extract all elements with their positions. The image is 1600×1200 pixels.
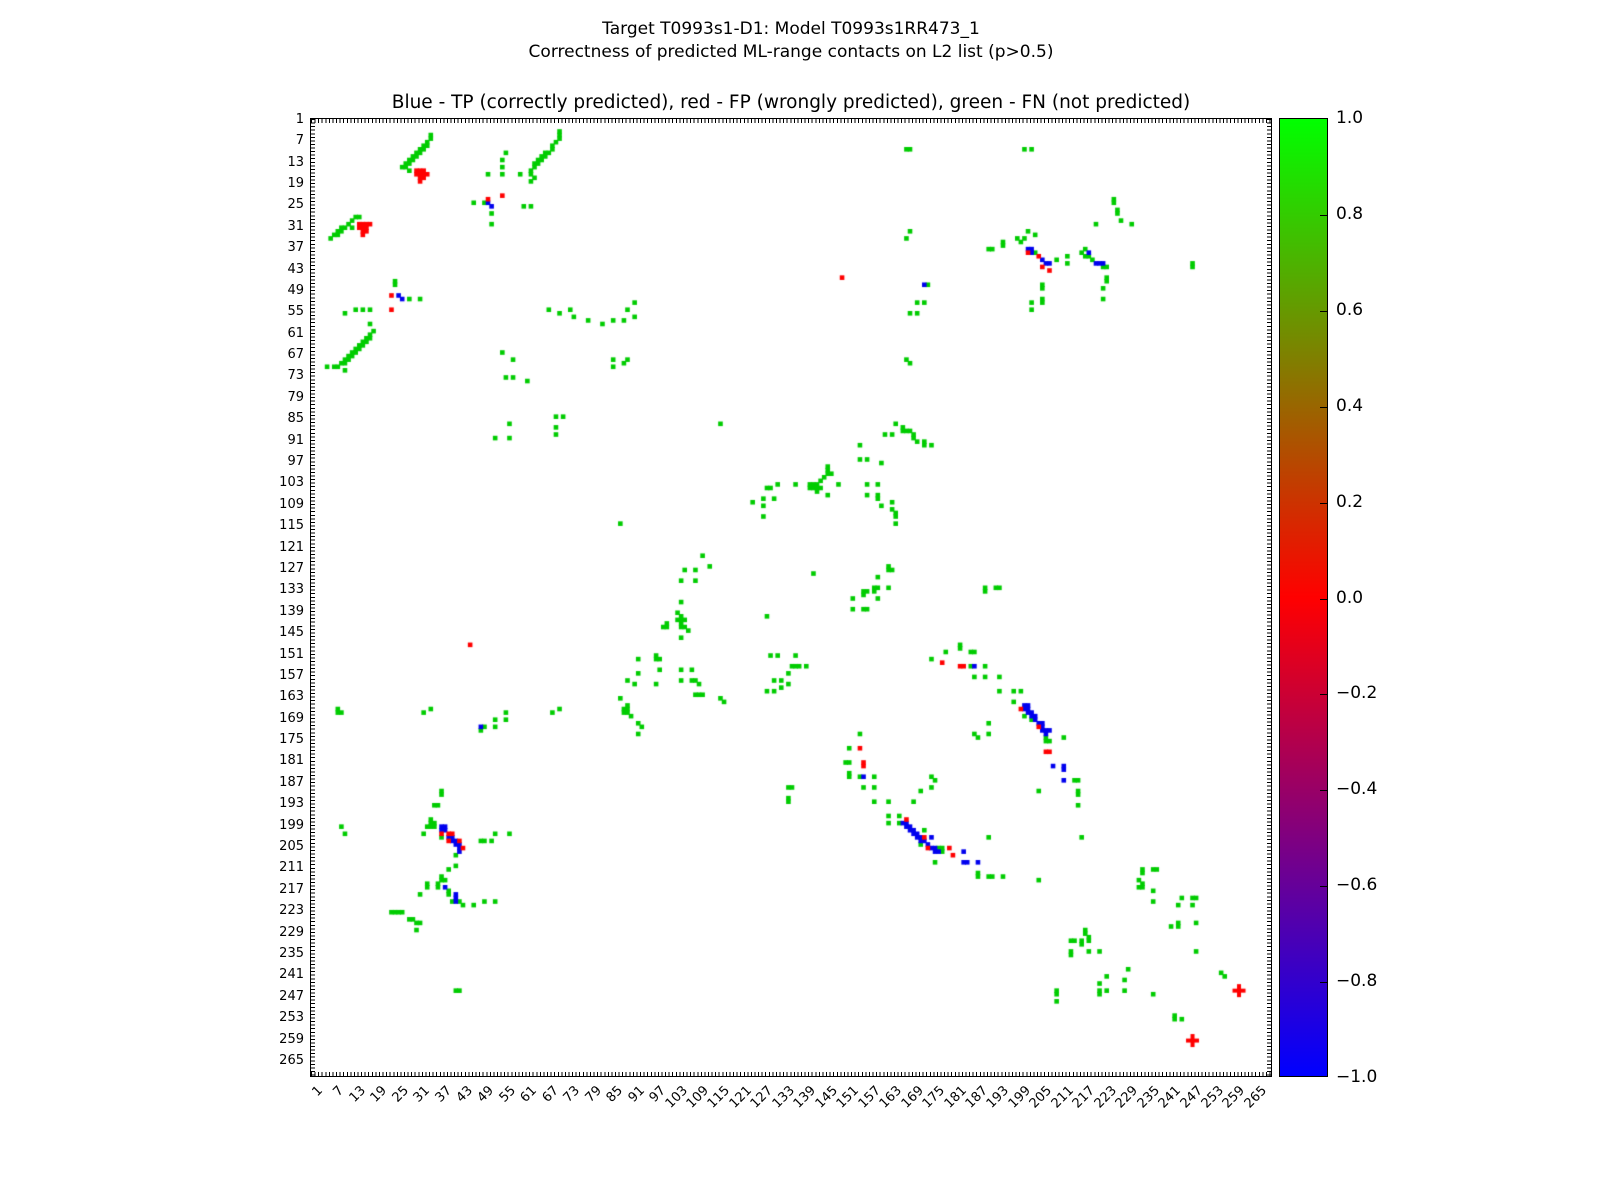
y-tick-label: 187 xyxy=(279,774,304,790)
colorbar-tick-mark xyxy=(1320,214,1327,216)
colorbar-tick-mark xyxy=(1320,886,1327,888)
y-tick-label: 61 xyxy=(287,325,304,341)
x-tick-label: 73 xyxy=(560,1083,584,1106)
y-tick-label: 223 xyxy=(279,903,304,919)
y-tick-label: 67 xyxy=(287,347,304,363)
x-tick-label: 49 xyxy=(475,1083,498,1106)
colorbar-tick-label: 0.4 xyxy=(1336,395,1364,416)
y-tick-label: 253 xyxy=(279,1010,304,1026)
colorbar-tick-label: −1.0 xyxy=(1336,1067,1378,1087)
suptitle-line2: Correctness of predicted ML-range contac… xyxy=(528,42,1054,62)
y-tick-label: 139 xyxy=(279,603,304,619)
y-tick-label: 265 xyxy=(279,1052,304,1068)
y-tick-label: 97 xyxy=(287,454,304,470)
y-tick-label: 7 xyxy=(295,133,304,149)
colorbar-tick-label: −0.6 xyxy=(1336,875,1378,896)
y-tick-label: 235 xyxy=(279,946,304,961)
x-tick-label: 7 xyxy=(330,1083,348,1100)
y-tick-label: 115 xyxy=(279,518,304,534)
x-tick-label: 61 xyxy=(517,1083,541,1106)
figure-suptitle: Target T0993s1-D1: Model T0993s1RR473_1 … xyxy=(310,18,1272,64)
y-tick-label: 199 xyxy=(279,817,304,833)
y-tick-label: 19 xyxy=(287,175,304,191)
y-tick-label: 217 xyxy=(279,881,304,897)
y-tick-label: 211 xyxy=(279,860,304,876)
colorbar-tick-label: −0.2 xyxy=(1336,683,1378,704)
y-tick-label: 43 xyxy=(287,261,304,277)
y-tick-label: 37 xyxy=(287,240,304,256)
x-tick-label: 55 xyxy=(496,1083,519,1106)
y-tick-label: 157 xyxy=(279,667,304,683)
x-tick-label: 25 xyxy=(389,1083,412,1106)
y-tick-label: 49 xyxy=(287,282,304,298)
x-tick-label: 67 xyxy=(539,1083,562,1106)
colorbar-tick-label: 0.0 xyxy=(1336,587,1364,608)
colorbar-tick-label: −0.8 xyxy=(1336,971,1378,992)
y-tick-label: 229 xyxy=(279,924,304,940)
y-tick-label: 145 xyxy=(279,625,304,641)
y-tick-label: 193 xyxy=(279,796,304,812)
y-tick-label: 55 xyxy=(287,304,304,320)
colorbar-tick-mark xyxy=(1320,502,1327,504)
colorbar-tick-label: 1.0 xyxy=(1336,108,1364,128)
y-tick-label: 109 xyxy=(279,496,304,512)
y-tick-label: 127 xyxy=(279,560,304,576)
colorbar-tick-mark xyxy=(1320,694,1327,696)
x-tick-label: 37 xyxy=(432,1083,455,1106)
axes-title: Blue - TP (correctly predicted), red - F… xyxy=(391,92,1191,113)
y-tick-label: 163 xyxy=(279,689,304,705)
plot-area[interactable] xyxy=(310,118,1272,1077)
y-tick-label: 181 xyxy=(279,753,304,769)
y-tick-label: 169 xyxy=(279,710,304,726)
y-tick-label: 151 xyxy=(279,646,304,662)
y-tick-label: 205 xyxy=(279,839,304,855)
colorbar-tick-label: 0.8 xyxy=(1336,203,1364,224)
y-tick-label: 247 xyxy=(279,988,304,1004)
suptitle-line1: Target T0993s1-D1: Model T0993s1RR473_1 xyxy=(602,19,980,39)
y-tick-label: 31 xyxy=(287,218,304,234)
scatter-canvas xyxy=(311,119,1271,1076)
y-tick-label: 25 xyxy=(287,197,304,213)
x-tick-label: 1 xyxy=(309,1083,326,1100)
y-tick-label: 103 xyxy=(279,475,304,491)
y-tick-label: 73 xyxy=(287,368,304,384)
y-tick-label: 121 xyxy=(279,539,304,555)
y-tick-label: 91 xyxy=(287,432,304,448)
x-tick-label: 43 xyxy=(453,1083,476,1106)
y-tick-label: 13 xyxy=(287,154,304,170)
y-tick-label: 241 xyxy=(279,967,304,983)
y-tick-label: 175 xyxy=(279,732,304,748)
colorbar-tick-mark xyxy=(1320,310,1327,312)
colorbar-tick-mark xyxy=(1320,406,1327,408)
y-tick-label: 133 xyxy=(279,582,304,598)
x-tick-label: 79 xyxy=(582,1083,605,1106)
x-tick-label: 85 xyxy=(603,1083,627,1106)
y-tick-label: 259 xyxy=(279,1031,304,1047)
y-tick-label: 85 xyxy=(287,411,304,427)
colorbar-tick-label: 0.2 xyxy=(1336,491,1364,512)
figure: Target T0993s1-D1: Model T0993s1RR473_1 … xyxy=(0,0,1600,1200)
x-tick-label: 19 xyxy=(367,1083,391,1106)
x-tick-label: 31 xyxy=(410,1083,433,1106)
x-tick-label: 13 xyxy=(346,1083,369,1106)
y-tick-label: 79 xyxy=(287,389,304,405)
y-tick-label: 1 xyxy=(295,111,304,127)
colorbar xyxy=(1279,118,1328,1077)
colorbar-tick-label: 0.6 xyxy=(1336,299,1364,320)
colorbar-tick-mark xyxy=(1320,598,1327,600)
x-tick-label: 265 xyxy=(1241,1083,1270,1112)
x-tick-label: 91 xyxy=(625,1083,648,1106)
colorbar-tick-label: −0.4 xyxy=(1336,779,1378,800)
colorbar-tick-mark xyxy=(1320,790,1327,792)
colorbar-tick-mark xyxy=(1320,982,1327,984)
